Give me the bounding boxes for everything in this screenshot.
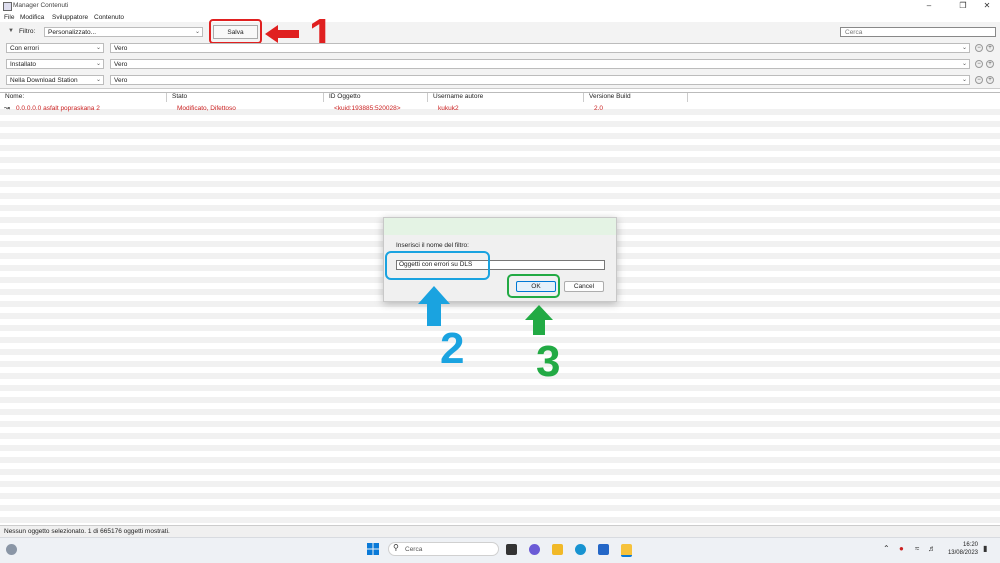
dialog-prompt: Inserisci il nome del filtro: xyxy=(396,242,469,249)
clock-time[interactable]: 16:20 xyxy=(954,542,978,548)
title-bar: Manager Contenuti – ❐ ✕ xyxy=(0,0,1000,12)
cancel-button[interactable]: Cancel xyxy=(564,281,604,292)
column-header-build[interactable]: Versione Build xyxy=(584,93,688,102)
remove-filter-icon[interactable]: − xyxy=(975,60,983,68)
annotation-step-2: 2 xyxy=(440,324,465,373)
chevron-down-icon: ⌄ xyxy=(95,45,101,51)
restore-button[interactable]: ❐ xyxy=(952,0,974,12)
filter-preset-select[interactable]: Personalizzato... ⌄ xyxy=(44,27,203,37)
table-row[interactable] xyxy=(0,103,1000,114)
search-icon: ⚲ xyxy=(393,543,399,552)
chat-icon[interactable] xyxy=(529,544,540,555)
column-header-name[interactable]: Nome: xyxy=(0,93,167,102)
add-filter-icon[interactable]: + xyxy=(986,60,994,68)
filter-field-value: Con errori xyxy=(10,45,39,52)
cell-build: 2.0 xyxy=(594,105,604,112)
filter-field-value: Nella Download Station xyxy=(10,77,78,84)
search-input[interactable]: Cerca xyxy=(840,27,996,37)
taskbar-search[interactable]: Cerca xyxy=(388,542,499,556)
filter-field-value: Installato xyxy=(10,61,37,68)
annotation-box-save xyxy=(209,19,262,44)
menu-sviluppatore[interactable]: Sviluppatore xyxy=(52,14,88,21)
column-header-id[interactable]: ID Oggetto xyxy=(324,93,428,102)
cell-state: Modificato, Difettoso xyxy=(177,105,236,112)
edge-browser-icon[interactable] xyxy=(575,544,586,555)
status-text: Nessun oggetto selezionato. 1 di 665176 … xyxy=(4,528,170,535)
dialog-title-bar[interactable] xyxy=(384,218,616,235)
wifi-icon[interactable]: ≈ xyxy=(915,544,919,553)
annotation-box-input xyxy=(385,251,490,280)
menu-bar: File Modifica Sviluppatore Contenuto xyxy=(0,12,1000,22)
task-view-icon[interactable] xyxy=(506,544,517,555)
tray-app-icon[interactable]: ● xyxy=(899,544,904,553)
column-header-state[interactable]: Stato xyxy=(167,93,324,102)
filter-value: Vero xyxy=(114,45,128,52)
cell-id: <kuid:193885:520028> xyxy=(334,105,401,112)
chevron-down-icon: ⌄ xyxy=(95,61,101,67)
chevron-down-icon: ⌄ xyxy=(194,29,200,35)
filter-value: Vero xyxy=(114,77,128,84)
remove-filter-icon[interactable]: − xyxy=(975,44,983,52)
chevron-down-icon: ⌄ xyxy=(95,77,101,83)
column-header-author[interactable]: Username autore xyxy=(428,93,584,102)
filter-label: Filtro: xyxy=(19,28,36,35)
content-type-icon: ↝ xyxy=(4,105,10,112)
notification-icon[interactable]: ▮ xyxy=(983,544,987,553)
add-filter-icon[interactable]: + xyxy=(986,76,994,84)
clock-date[interactable]: 13/08/2023 xyxy=(944,550,978,556)
filter-value-select-2[interactable]: Vero ⌄ xyxy=(110,59,970,69)
collapse-triangle-icon[interactable]: ▼ xyxy=(8,28,14,34)
menu-modifica[interactable]: Modifica xyxy=(20,14,44,21)
chevron-down-icon: ⌄ xyxy=(961,61,967,67)
app-running-icon[interactable] xyxy=(621,544,632,557)
annotation-arrow-up-icon xyxy=(525,305,553,335)
filter-preset-value: Personalizzato... xyxy=(48,29,97,36)
weather-icon[interactable] xyxy=(6,544,17,555)
cell-author: kukuk2 xyxy=(438,105,459,112)
filter-value-select-3[interactable]: Vero ⌄ xyxy=(110,75,970,85)
cell-name: 0.0.0.0.0 asfalt popraskana 2 xyxy=(16,105,100,112)
annotation-arrow-left-icon xyxy=(265,25,299,43)
filter-field-select-2[interactable]: Installato ⌄ xyxy=(6,59,104,69)
filter-value-select-1[interactable]: Vero ⌄ xyxy=(110,43,970,53)
chevron-up-icon[interactable]: ⌃ xyxy=(883,544,890,553)
app-icon xyxy=(3,2,12,11)
minimize-button[interactable]: – xyxy=(918,0,940,12)
filter-value: Vero xyxy=(114,61,128,68)
window-title: Manager Contenuti xyxy=(13,2,69,9)
taskbar xyxy=(0,537,1000,563)
chevron-down-icon: ⌄ xyxy=(961,45,967,51)
annotation-box-ok xyxy=(507,274,560,298)
chevron-down-icon: ⌄ xyxy=(961,77,967,83)
menu-contenuto[interactable]: Contenuto xyxy=(94,14,124,21)
speaker-icon[interactable]: ♬ xyxy=(928,544,936,553)
annotation-arrow-up-icon xyxy=(418,286,450,326)
close-button[interactable]: ✕ xyxy=(976,0,998,12)
store-icon[interactable] xyxy=(598,544,609,555)
annotation-step-3: 3 xyxy=(536,337,561,386)
menu-file[interactable]: File xyxy=(4,14,14,21)
filter-field-select-1[interactable]: Con errori ⌄ xyxy=(6,43,104,53)
remove-filter-icon[interactable]: − xyxy=(975,76,983,84)
file-explorer-icon[interactable] xyxy=(552,544,563,555)
filter-field-select-3[interactable]: Nella Download Station ⌄ xyxy=(6,75,104,85)
windows-start-icon[interactable] xyxy=(367,543,379,555)
table-body[interactable] xyxy=(0,103,1000,523)
add-filter-icon[interactable]: + xyxy=(986,44,994,52)
